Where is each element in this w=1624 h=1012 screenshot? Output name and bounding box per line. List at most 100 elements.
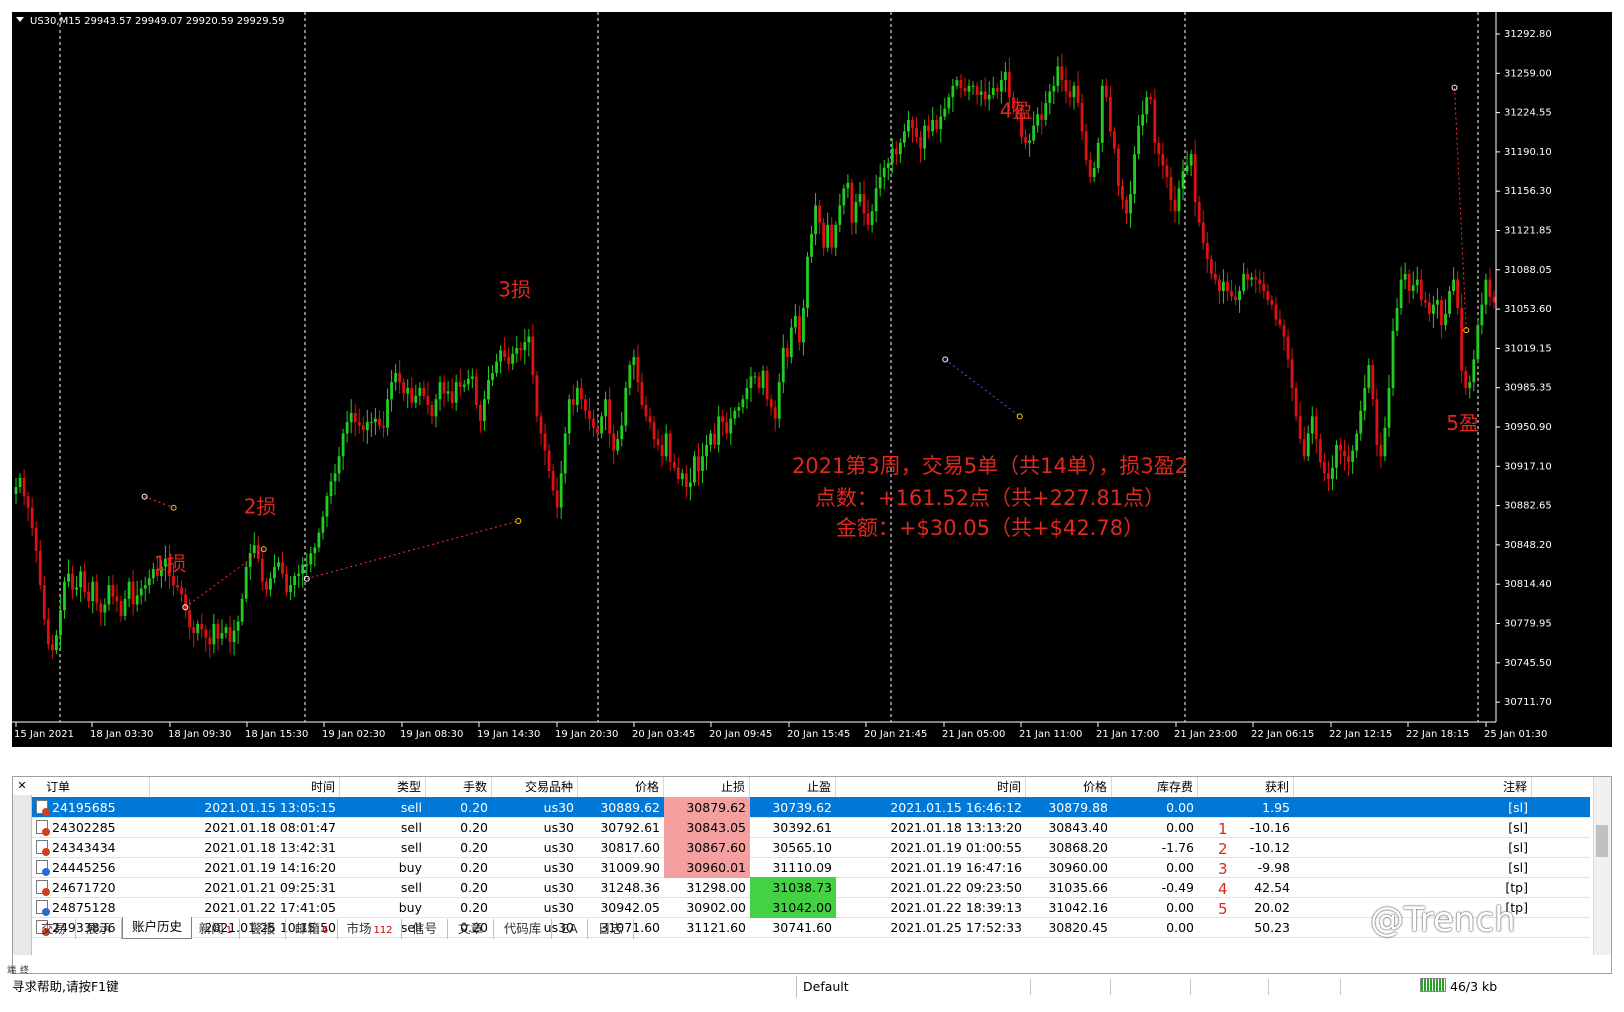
candle-body [717, 416, 721, 445]
candle-body [878, 176, 882, 189]
tab-3[interactable]: 新闻 1 [192, 919, 240, 939]
table-row[interactable]: 24875128 2021.01.22 17:41:05 buy 0.20 us30 30… [32, 897, 1590, 918]
cell-lots: 0.20 [460, 880, 488, 895]
candle-body [894, 148, 898, 155]
vertical-scrollbar[interactable] [1593, 777, 1611, 955]
candle-body [390, 382, 393, 400]
column-header-close-time[interactable]: 时间 [836, 777, 1026, 797]
column-header-tp[interactable]: 止盈 [750, 777, 836, 797]
candle-body [123, 598, 127, 616]
candle-body [995, 88, 999, 92]
candle-body [418, 387, 422, 396]
candle-body [543, 433, 547, 451]
candle-body [1488, 279, 1492, 297]
candle-body [1205, 243, 1209, 260]
cell-order: 24671720 [52, 880, 116, 895]
column-header-swap[interactable]: 库存费 [1112, 777, 1198, 797]
price-chart[interactable]: 31292.80 31259.00 31224.55 31190.10 31156.30… [0, 0, 1624, 772]
column-header-type[interactable]: 类型 [340, 777, 426, 797]
candle-body [1351, 450, 1355, 462]
candle-body [1157, 142, 1161, 155]
close-icon[interactable]: ✕ [15, 779, 29, 793]
table-row[interactable]: 24195685 2021.01.15 13:05:15 sell 0.20 us30 3… [32, 797, 1590, 818]
cell-open-price: 31248.36 [600, 880, 660, 895]
candle-body [1076, 85, 1080, 103]
price-tick-label: 30950.90 [1504, 422, 1552, 433]
tab-10[interactable]: EA [552, 919, 588, 939]
cell-close-time: 2021.01.15 16:46:12 [890, 800, 1022, 815]
column-header-open-time[interactable]: 时间 [150, 777, 340, 797]
column-header-lots[interactable]: 手数 [426, 777, 492, 797]
candle-body [470, 376, 474, 379]
cell-tp: 30739.62 [772, 800, 832, 815]
table-row[interactable]: 24445256 2021.01.19 14:16:20 buy 0.20 us30 31… [32, 857, 1590, 878]
candle-body [927, 125, 931, 132]
cell-lots: 0.20 [460, 840, 488, 855]
candle-body [612, 433, 616, 451]
tab-9[interactable]: 代码库 [494, 919, 552, 939]
tab-4[interactable]: 警报 [240, 919, 286, 939]
candle-body [931, 119, 935, 132]
cell-swap: -1.76 [1161, 840, 1194, 855]
candle-body [59, 610, 62, 636]
candle-body [1250, 277, 1254, 280]
cell-type: buy [398, 900, 422, 915]
candle-body [640, 382, 644, 405]
candle-body [277, 562, 280, 567]
status-help-text: 寻求帮助,请按F1键 [12, 979, 119, 994]
table-row[interactable]: 24671720 2021.01.21 09:25:31 sell 0.20 us30 3… [32, 877, 1590, 898]
candle-body [50, 644, 54, 651]
candle-body [1282, 325, 1286, 337]
tab-2[interactable]: 账户历史 [122, 917, 192, 939]
candle-body [1117, 148, 1120, 187]
candle-body [309, 553, 313, 565]
candle-body [200, 623, 204, 630]
tab-6[interactable]: 市场 112 [338, 919, 402, 939]
column-header-comment[interactable]: 注释 [1294, 777, 1532, 797]
cell-open-time: 2021.01.22 17:41:05 [204, 900, 336, 915]
scroll-thumb[interactable] [1596, 825, 1608, 857]
tab-5[interactable]: 邮箱 6 [286, 919, 338, 939]
candle-body [365, 422, 369, 431]
candle-body [1246, 273, 1250, 280]
candle-body [1213, 273, 1217, 280]
time-tick-label: 20 Jan 09:45 [709, 729, 772, 740]
tab-1[interactable]: 展示 [76, 919, 122, 939]
traffic-text: 46/3 kb [1450, 979, 1498, 994]
candle-body [547, 450, 551, 472]
column-header-open-price[interactable]: 价格 [578, 777, 664, 797]
column-header-sl[interactable]: 止损 [664, 777, 750, 797]
column-header-close-price[interactable]: 价格 [1026, 777, 1112, 797]
table-row[interactable]: 24302285 2021.01.18 08:01:47 sell 0.20 us30 3… [32, 817, 1590, 838]
candle-body [935, 119, 939, 130]
time-tick-label: 21 Jan 11:00 [1019, 729, 1082, 740]
tab-11[interactable]: 日志 [588, 919, 634, 939]
cell-close-price: 31035.66 [1048, 880, 1108, 895]
candle-body [1149, 97, 1153, 100]
tab-0[interactable]: 交易 [32, 919, 76, 939]
candle-body [1476, 325, 1480, 360]
chart-canvas[interactable]: 31292.80 31259.00 31224.55 31190.10 31156.30… [0, 0, 1624, 772]
candle-body [785, 347, 789, 358]
candle-body [902, 131, 906, 143]
candle-body [313, 547, 317, 554]
tab-label: 新闻 [198, 921, 224, 936]
candle-body [1448, 290, 1451, 314]
candle-body [1226, 281, 1229, 291]
table-row[interactable]: 24343434 2021.01.18 13:42:31 sell 0.20 us30 3… [32, 837, 1590, 858]
price-axis-bg [1496, 12, 1612, 747]
candle-body [172, 575, 175, 586]
tab-7[interactable]: 信号 [402, 919, 448, 939]
candle-body [1129, 194, 1132, 214]
tab-8[interactable]: 文章 [448, 919, 494, 939]
column-header-order[interactable]: 订单 [32, 777, 150, 797]
candle-body [1411, 285, 1415, 291]
column-header-profit[interactable]: 获利 [1198, 777, 1294, 797]
candle-body [1044, 102, 1048, 120]
candle-body [188, 610, 192, 628]
column-header-symbol[interactable]: 交易品种 [492, 777, 578, 797]
connection-status[interactable]: 46/3 kb [1420, 976, 1497, 998]
trade-annotation-label: 3损 [498, 278, 531, 302]
candle-body [701, 456, 704, 472]
candle-body [624, 387, 628, 426]
